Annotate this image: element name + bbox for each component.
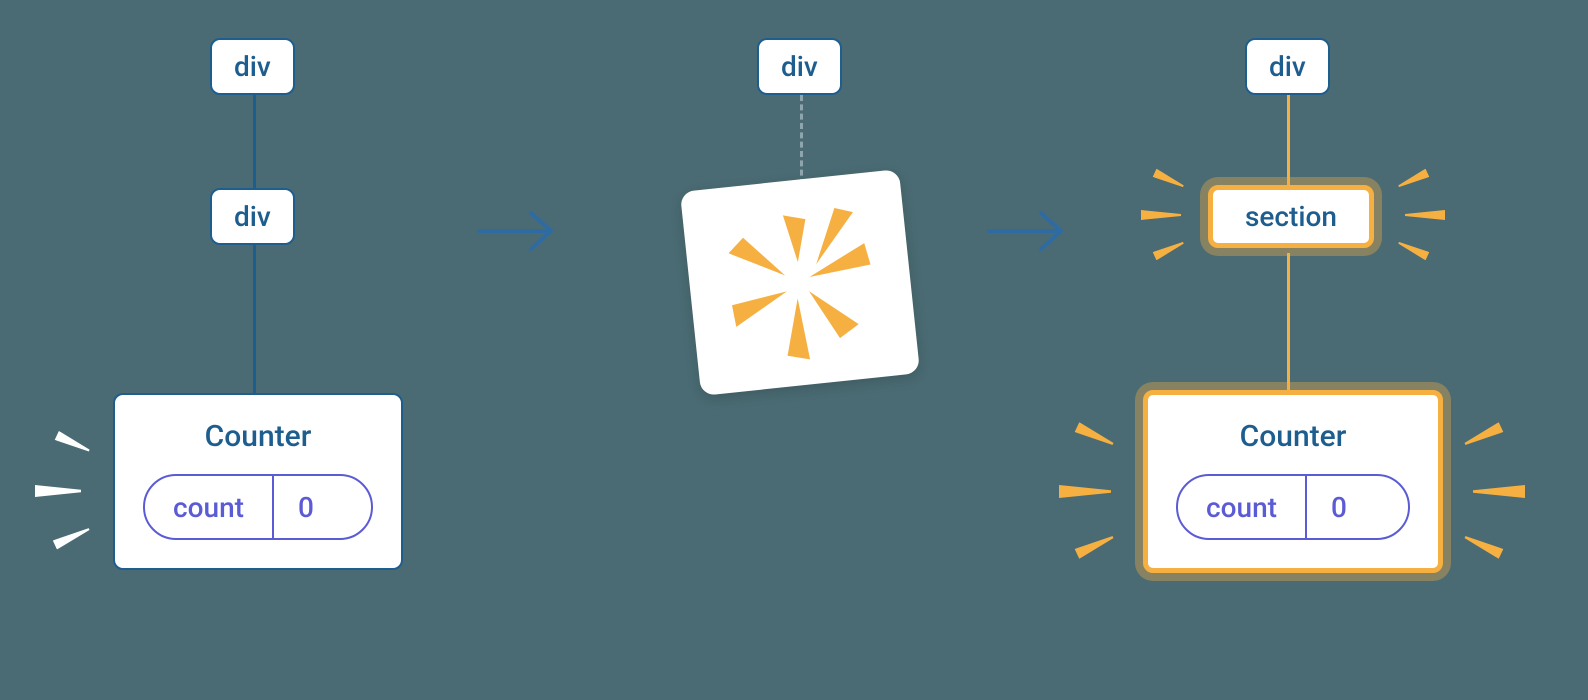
counter-component: Counter count 0 <box>113 393 403 570</box>
tree-edge <box>1287 95 1290 187</box>
node-label: section <box>1245 200 1337 233</box>
tree-edge <box>253 95 256 190</box>
arrow-icon <box>475 205 565 257</box>
state-pill: count 0 <box>1176 474 1410 540</box>
node-label: div <box>1269 50 1306 83</box>
arrow-2 <box>985 205 1075 261</box>
node-label: div <box>234 50 271 83</box>
spark-icon <box>55 431 92 455</box>
arrow-icon <box>985 205 1075 257</box>
tree-stage-3: div section Counter count 0 <box>1115 30 1535 670</box>
state-value: 0 <box>1307 476 1371 538</box>
spark-icon <box>35 485 81 497</box>
node-label: div <box>234 200 271 233</box>
node-div-root: div <box>757 38 842 95</box>
state-key: count <box>145 476 274 538</box>
arrow-1 <box>475 205 565 261</box>
spark-icon <box>1059 485 1111 498</box>
tree-stage-1: div div Counter count 0 <box>95 30 455 670</box>
node-label: div <box>781 50 818 83</box>
spark-icon <box>1463 532 1504 559</box>
state-pill: count 0 <box>143 474 373 540</box>
spark-icon <box>1153 239 1186 261</box>
node-div-root: div <box>1245 38 1330 95</box>
spark-icon <box>1397 169 1430 191</box>
node-section: section <box>1208 185 1374 248</box>
spark-icon <box>53 524 92 549</box>
tree-stage-2: div <box>640 30 960 450</box>
spark-icon <box>1405 210 1445 220</box>
spark-icon <box>1153 169 1186 191</box>
tree-edge <box>253 245 256 395</box>
counter-component: Counter count 0 <box>1143 390 1443 573</box>
spark-icon <box>1141 210 1181 220</box>
spark-icon <box>1397 239 1430 261</box>
spark-icon <box>1463 422 1504 449</box>
state-key: count <box>1178 476 1307 538</box>
spark-icon <box>1075 422 1116 449</box>
spark-icon <box>1075 532 1116 559</box>
tree-edge <box>1287 253 1290 391</box>
state-value: 0 <box>274 476 338 538</box>
spark-icon <box>1473 485 1525 498</box>
burst-icon <box>691 180 909 385</box>
poof-box <box>680 169 920 396</box>
component-title: Counter <box>1176 419 1410 454</box>
component-title: Counter <box>143 419 373 454</box>
node-div-mid: div <box>210 188 295 245</box>
node-div-root: div <box>210 38 295 95</box>
tree-edge-dashed <box>800 95 803 185</box>
